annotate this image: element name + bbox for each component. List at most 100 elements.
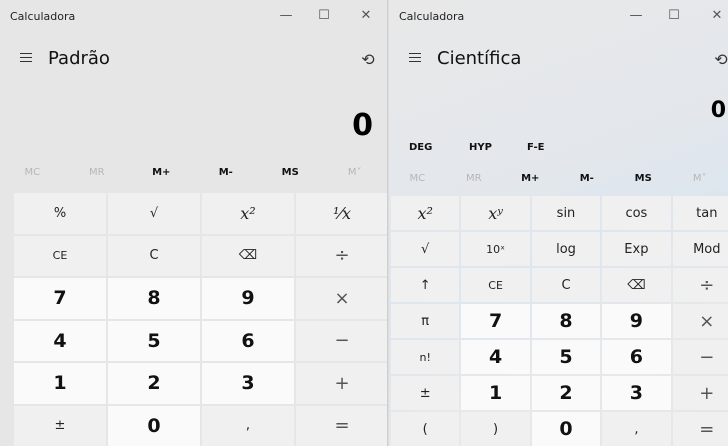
- memory-recall-button[interactable]: MR: [65, 160, 130, 186]
- digit-3-button[interactable]: 3: [202, 363, 294, 404]
- reciprocal-button[interactable]: ¹⁄x: [296, 193, 387, 234]
- memory-list-button[interactable]: M˅: [672, 166, 728, 192]
- multiply-button[interactable]: ×: [672, 304, 728, 338]
- digit-0-button[interactable]: 0: [108, 405, 200, 446]
- ten-power-button[interactable]: 10ˣ: [461, 232, 530, 266]
- open-paren-button[interactable]: (: [391, 412, 460, 446]
- square-button[interactable]: x²: [391, 196, 460, 230]
- digit-5-button[interactable]: 5: [108, 320, 200, 361]
- equals-button[interactable]: =: [672, 412, 728, 446]
- memory-clear-button[interactable]: MC: [0, 160, 65, 186]
- memory-subtract-button[interactable]: M-: [559, 166, 616, 192]
- log-button[interactable]: log: [531, 232, 601, 266]
- digit-7-button[interactable]: 7: [461, 304, 530, 338]
- negate-button[interactable]: ±: [391, 376, 460, 410]
- keypad: % √ x² ¹⁄x CE C ⌫ ÷ 7 8 9 × 4 5 6− 1 2 3 + ±0, =: [14, 193, 387, 446]
- keypad: x² xʸ sin cos tan √ 10ˣ log Exp Mod ↑ CE C ⌫ ÷ π 7 8 9 × n! 4…: [391, 196, 728, 446]
- sin-button[interactable]: sin: [531, 196, 601, 230]
- memory-row: MC MR M+ M- MS M˅: [0, 160, 387, 186]
- close-button[interactable]: ✕: [700, 6, 728, 26]
- digit-7-button[interactable]: 7: [14, 278, 106, 319]
- digit-0-button[interactable]: 0: [531, 412, 601, 446]
- clear-entry-button[interactable]: CE: [461, 268, 530, 302]
- tan-button[interactable]: tan: [672, 196, 728, 230]
- clear-button[interactable]: C: [108, 235, 200, 276]
- add-button[interactable]: +: [672, 376, 728, 410]
- maximize-button[interactable]: ☐: [657, 6, 691, 26]
- title-bar: Calculadora — ☐ ✕: [389, 0, 728, 32]
- memory-store-button[interactable]: MS: [258, 160, 323, 186]
- cos-button[interactable]: cos: [602, 196, 671, 230]
- memory-recall-button[interactable]: MR: [446, 166, 503, 192]
- shift-button[interactable]: ↑: [391, 268, 460, 302]
- result-display: 0: [710, 98, 726, 123]
- exp-button[interactable]: Exp: [602, 232, 671, 266]
- fe-button[interactable]: F-E: [527, 142, 545, 162]
- subtract-button[interactable]: −: [672, 340, 728, 374]
- clear-entry-button[interactable]: CE: [14, 235, 106, 276]
- mode-title: Científica: [437, 48, 522, 69]
- minimize-button[interactable]: —: [269, 6, 303, 26]
- angle-unit-button[interactable]: DEG: [409, 142, 432, 162]
- digit-4-button[interactable]: 4: [14, 320, 106, 361]
- negate-button[interactable]: ±: [14, 405, 106, 446]
- result-display: 0: [352, 108, 373, 143]
- history-icon[interactable]: ⟲: [711, 50, 728, 70]
- power-button[interactable]: xʸ: [461, 196, 530, 230]
- digit-6-button[interactable]: 6: [202, 320, 294, 361]
- square-button[interactable]: x²: [202, 193, 294, 234]
- digit-2-button[interactable]: 2: [531, 376, 601, 410]
- decimal-button[interactable]: ,: [602, 412, 671, 446]
- memory-store-button[interactable]: MS: [615, 166, 672, 192]
- divide-button[interactable]: ÷: [296, 235, 387, 276]
- backspace-button[interactable]: ⌫: [202, 235, 294, 276]
- square-root-button[interactable]: √: [391, 232, 460, 266]
- menu-hamburger-icon[interactable]: [20, 50, 36, 64]
- mode-title: Padrão: [48, 48, 110, 69]
- memory-row: MC MR M+ M- MS M˅: [389, 166, 728, 192]
- digit-6-button[interactable]: 6: [602, 340, 671, 374]
- memory-list-button[interactable]: M˅: [323, 160, 388, 186]
- calculator-window-standard: Calculadora — ☐ ✕ Padrão ⟲ 0 MC MR M+ M- MS M…: [0, 0, 388, 446]
- percent-button[interactable]: %: [14, 193, 106, 234]
- square-root-button[interactable]: √: [108, 193, 200, 234]
- close-button[interactable]: ✕: [349, 6, 383, 26]
- history-icon[interactable]: ⟲: [358, 50, 378, 70]
- menu-hamburger-icon[interactable]: [409, 50, 425, 64]
- title-bar: Calculadora — ☐ ✕: [0, 0, 387, 32]
- digit-2-button[interactable]: 2: [108, 363, 200, 404]
- app-title: Calculadora: [399, 10, 465, 23]
- pi-button[interactable]: π: [391, 304, 460, 338]
- clear-button[interactable]: C: [531, 268, 601, 302]
- calculator-header: Científica ⟲: [389, 40, 728, 80]
- close-paren-button[interactable]: ): [461, 412, 530, 446]
- multiply-button[interactable]: ×: [296, 278, 387, 319]
- equals-button[interactable]: =: [296, 405, 387, 446]
- divide-button[interactable]: ÷: [672, 268, 728, 302]
- digit-9-button[interactable]: 9: [202, 278, 294, 319]
- subtract-button[interactable]: −: [296, 320, 387, 361]
- digit-5-button[interactable]: 5: [531, 340, 601, 374]
- mod-button[interactable]: Mod: [672, 232, 728, 266]
- digit-8-button[interactable]: 8: [531, 304, 601, 338]
- digit-1-button[interactable]: 1: [14, 363, 106, 404]
- memory-subtract-button[interactable]: M-: [194, 160, 259, 186]
- add-button[interactable]: +: [296, 363, 387, 404]
- calculator-header: Padrão ⟲: [0, 40, 387, 80]
- calculator-window-scientific: Calculadora — ☐ ✕ Científica ⟲ 0 DEG HYP…: [389, 0, 728, 446]
- backspace-button[interactable]: ⌫: [602, 268, 671, 302]
- digit-8-button[interactable]: 8: [108, 278, 200, 319]
- decimal-button[interactable]: ,: [202, 405, 294, 446]
- minimize-button[interactable]: —: [619, 6, 653, 26]
- maximize-button[interactable]: ☐: [307, 6, 341, 26]
- app-title: Calculadora: [10, 10, 76, 23]
- memory-add-button[interactable]: M+: [502, 166, 559, 192]
- digit-3-button[interactable]: 3: [602, 376, 671, 410]
- digit-9-button[interactable]: 9: [602, 304, 671, 338]
- memory-clear-button[interactable]: MC: [389, 166, 446, 192]
- factorial-button[interactable]: n!: [391, 340, 460, 374]
- hyp-button[interactable]: HYP: [469, 142, 492, 162]
- memory-add-button[interactable]: M+: [129, 160, 194, 186]
- digit-1-button[interactable]: 1: [461, 376, 530, 410]
- digit-4-button[interactable]: 4: [461, 340, 530, 374]
